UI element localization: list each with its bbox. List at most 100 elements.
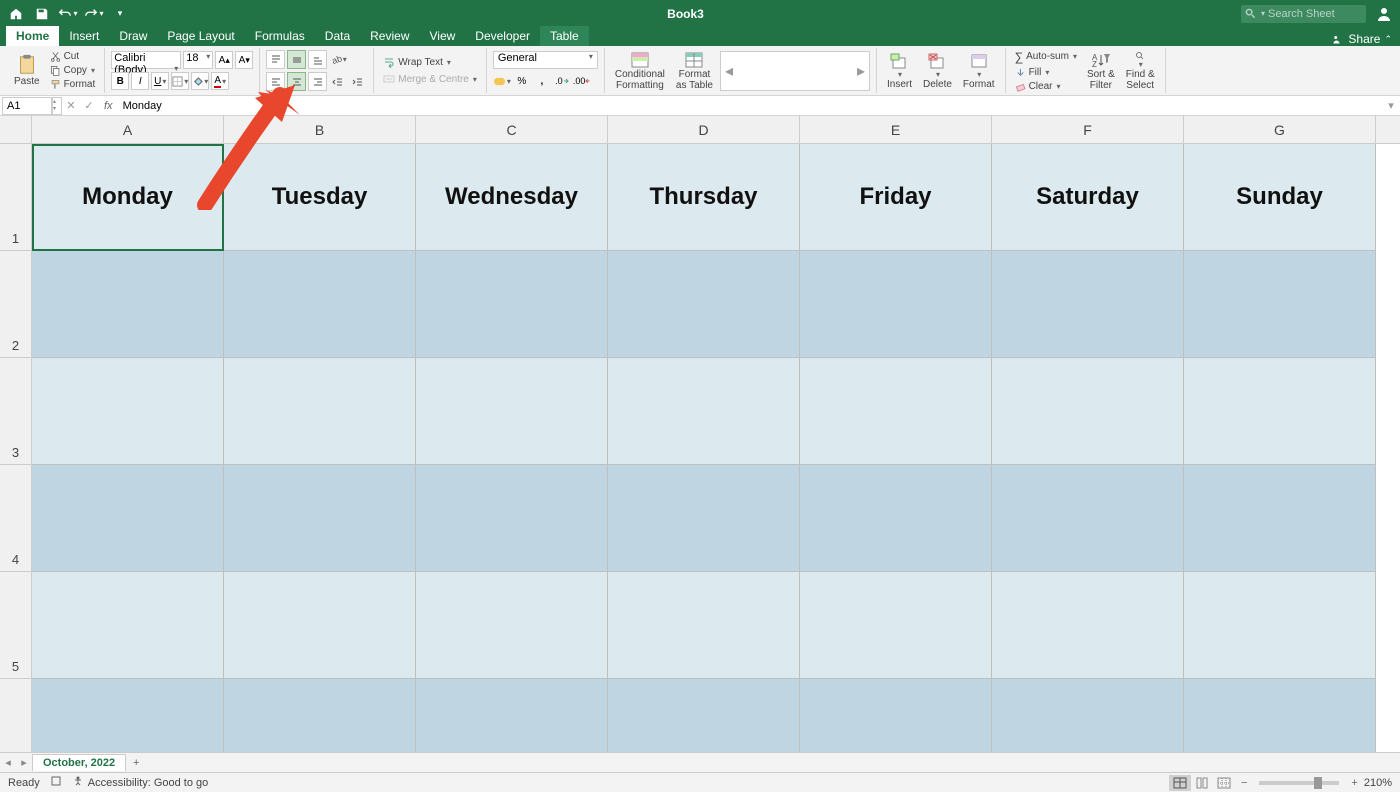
- fill-button[interactable]: Fill▾: [1012, 66, 1080, 79]
- cell-c4[interactable]: [416, 465, 608, 572]
- home-icon[interactable]: [6, 4, 26, 24]
- autosum-button[interactable]: ∑Auto-sum▾: [1012, 49, 1080, 65]
- cell-d2[interactable]: [608, 251, 800, 358]
- macro-icon[interactable]: [50, 775, 62, 790]
- increase-indent-button[interactable]: [349, 73, 367, 91]
- cell-g4[interactable]: [1184, 465, 1376, 572]
- row-header-3[interactable]: 3: [0, 358, 31, 465]
- fx-icon[interactable]: fx: [98, 100, 119, 112]
- qat-customize-icon[interactable]: ▾: [110, 4, 130, 24]
- cell-d4[interactable]: [608, 465, 800, 572]
- cell-g2[interactable]: [1184, 251, 1376, 358]
- row-header-6[interactable]: [0, 679, 31, 752]
- tab-data[interactable]: Data: [315, 26, 360, 46]
- cell-b6[interactable]: [224, 679, 416, 752]
- cut-button[interactable]: Cut: [47, 50, 99, 63]
- col-header-e[interactable]: E: [800, 116, 992, 143]
- redo-icon[interactable]: ▾: [84, 4, 104, 24]
- insert-cells-button[interactable]: ▾ Insert: [883, 49, 916, 93]
- cell-e5[interactable]: [800, 572, 992, 679]
- view-normal-button[interactable]: [1169, 775, 1191, 791]
- percent-button[interactable]: %: [513, 72, 531, 90]
- decrease-font-button[interactable]: A▾: [235, 51, 253, 69]
- row-header-5[interactable]: 5: [0, 572, 31, 679]
- find-select-button[interactable]: ▾ Find & Select: [1122, 49, 1159, 93]
- row-header-4[interactable]: 4: [0, 465, 31, 572]
- tab-formulas[interactable]: Formulas: [245, 26, 315, 46]
- sheet-prev-icon[interactable]: ◂: [0, 755, 16, 771]
- cell-f5[interactable]: [992, 572, 1184, 679]
- cell-a6[interactable]: [32, 679, 224, 752]
- cell-b3[interactable]: [224, 358, 416, 465]
- orientation-button[interactable]: ab▾: [329, 51, 347, 69]
- tab-developer[interactable]: Developer: [465, 26, 540, 46]
- format-painter-button[interactable]: Format: [47, 78, 99, 91]
- cell-d3[interactable]: [608, 358, 800, 465]
- align-middle-button[interactable]: [287, 50, 306, 69]
- align-top-button[interactable]: [266, 50, 285, 69]
- cells-area[interactable]: Monday Tuesday Wednesday Thursday Friday…: [32, 144, 1400, 752]
- bold-button[interactable]: B: [111, 72, 129, 90]
- tab-view[interactable]: View: [420, 26, 466, 46]
- add-sheet-button[interactable]: +: [126, 757, 146, 769]
- borders-button[interactable]: ▾: [171, 72, 189, 90]
- accessibility-icon[interactable]: [72, 775, 84, 790]
- font-name-select[interactable]: Calibri (Body)▾: [111, 51, 181, 69]
- cell-e4[interactable]: [800, 465, 992, 572]
- cell-c1[interactable]: Wednesday: [416, 144, 608, 251]
- cell-e6[interactable]: [800, 679, 992, 752]
- tab-review[interactable]: Review: [360, 26, 419, 46]
- decrease-indent-button[interactable]: [329, 73, 347, 91]
- col-header-c[interactable]: C: [416, 116, 608, 143]
- align-right-button[interactable]: [308, 72, 327, 91]
- cell-d5[interactable]: [608, 572, 800, 679]
- cell-b2[interactable]: [224, 251, 416, 358]
- paste-button[interactable]: Paste: [10, 49, 44, 93]
- wrap-text-button[interactable]: Wrap Text▾: [380, 55, 480, 69]
- align-bottom-button[interactable]: [308, 50, 327, 69]
- zoom-slider[interactable]: [1259, 781, 1339, 785]
- sheet-tab[interactable]: October, 2022: [32, 754, 126, 771]
- cell-e3[interactable]: [800, 358, 992, 465]
- merge-centre-button[interactable]: Merge & Centre▾: [380, 72, 480, 86]
- zoom-out-button[interactable]: −: [1241, 777, 1247, 789]
- format-as-table-button[interactable]: Format as Table: [672, 49, 717, 93]
- col-header-a[interactable]: A: [32, 116, 224, 143]
- decrease-decimal-button[interactable]: .00: [573, 72, 591, 90]
- underline-button[interactable]: U▾: [151, 72, 169, 90]
- cell-c5[interactable]: [416, 572, 608, 679]
- cell-d1[interactable]: Thursday: [608, 144, 800, 251]
- tab-page-layout[interactable]: Page Layout: [157, 26, 244, 46]
- align-left-button[interactable]: [266, 72, 285, 91]
- gallery-next-icon[interactable]: ▸: [857, 61, 865, 81]
- gallery-prev-icon[interactable]: ◂: [725, 61, 733, 81]
- font-size-select[interactable]: 18▾: [183, 51, 213, 69]
- row-header-1[interactable]: 1: [0, 144, 31, 251]
- zoom-in-button[interactable]: +: [1351, 777, 1357, 789]
- view-page-break-button[interactable]: [1213, 775, 1235, 791]
- cell-b5[interactable]: [224, 572, 416, 679]
- col-header-g[interactable]: G: [1184, 116, 1376, 143]
- select-all-corner[interactable]: [0, 116, 32, 144]
- undo-icon[interactable]: ▾: [58, 4, 78, 24]
- conditional-formatting-button[interactable]: Conditional Formatting: [611, 49, 669, 93]
- view-page-layout-button[interactable]: [1191, 775, 1213, 791]
- tab-table[interactable]: Table: [540, 26, 589, 46]
- copy-button[interactable]: Copy▾: [47, 64, 99, 77]
- share-button[interactable]: Share ⌃: [1324, 32, 1400, 46]
- fill-color-button[interactable]: ▾: [191, 72, 209, 90]
- col-header-f[interactable]: F: [992, 116, 1184, 143]
- cell-g3[interactable]: [1184, 358, 1376, 465]
- cancel-formula-icon[interactable]: ✕: [62, 97, 80, 115]
- cell-f3[interactable]: [992, 358, 1184, 465]
- expand-formula-icon[interactable]: ▾: [1382, 97, 1400, 115]
- accept-formula-icon[interactable]: ✓: [80, 97, 98, 115]
- cell-a2[interactable]: [32, 251, 224, 358]
- cell-g1[interactable]: Sunday: [1184, 144, 1376, 251]
- sort-filter-button[interactable]: AZ Sort & Filter: [1083, 49, 1119, 93]
- formula-input[interactable]: Monday: [119, 100, 1382, 112]
- styles-gallery[interactable]: ◂ ▸: [720, 51, 870, 91]
- cell-a4[interactable]: [32, 465, 224, 572]
- cell-g6[interactable]: [1184, 679, 1376, 752]
- currency-button[interactable]: ▾: [493, 72, 511, 90]
